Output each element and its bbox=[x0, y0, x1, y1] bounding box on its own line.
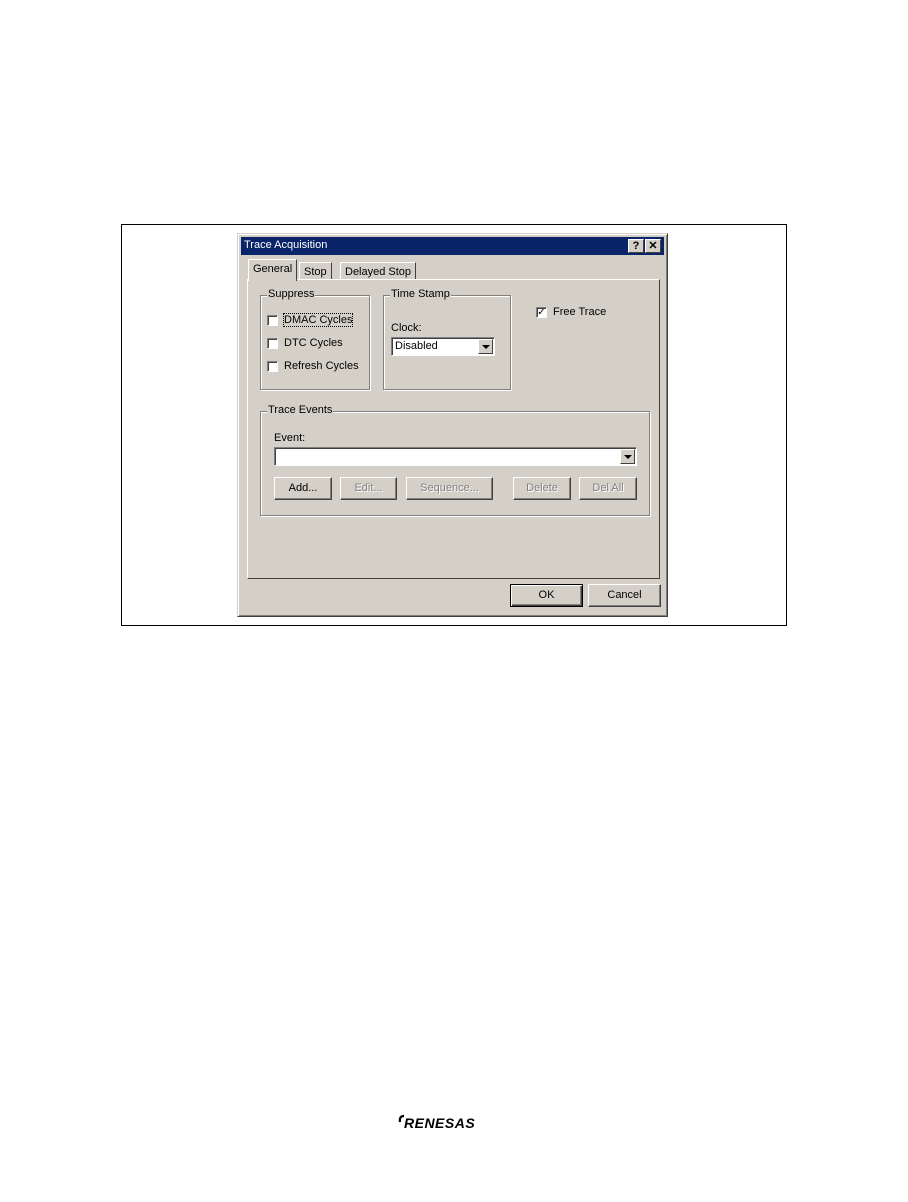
dialog-title: Trace Acquisition bbox=[244, 239, 328, 251]
trace-acquisition-dialog: Trace Acquisition ? ✕ General Stop Delay… bbox=[237, 233, 668, 617]
refresh-cycles-checkbox[interactable]: Refresh Cycles bbox=[267, 360, 359, 374]
tab-general-label: General bbox=[253, 263, 293, 275]
suppress-group-label: Suppress bbox=[267, 288, 316, 300]
tab-general[interactable]: General bbox=[248, 259, 298, 281]
suppress-group: Suppress DMAC Cycles DTC Cycles Refresh … bbox=[260, 288, 370, 390]
event-label: Event: bbox=[274, 432, 306, 444]
delete-button[interactable]: Delete bbox=[513, 477, 571, 500]
title-bar: Trace Acquisition ? ✕ bbox=[241, 237, 664, 255]
tab-delayed-stop-label: Delayed Stop bbox=[345, 266, 412, 278]
chevron-down-icon[interactable] bbox=[620, 449, 635, 464]
refresh-cycles-label: Refresh Cycles bbox=[284, 360, 359, 373]
dmac-cycles-checkbox[interactable]: DMAC Cycles bbox=[267, 313, 354, 328]
close-button[interactable]: ✕ bbox=[645, 239, 661, 253]
delete-all-button[interactable]: Del All bbox=[579, 477, 637, 500]
clock-label: Clock: bbox=[391, 322, 422, 334]
free-trace-label: Free Trace bbox=[553, 306, 607, 319]
trace-events-group: Trace Events Event: Add... Edit... Seque… bbox=[260, 404, 650, 516]
tab-stop-label: Stop bbox=[304, 266, 327, 278]
dmac-cycles-label: DMAC Cycles bbox=[282, 313, 354, 328]
svg-text:RENESAS: RENESAS bbox=[404, 1115, 475, 1131]
free-trace-box[interactable]: ✓ bbox=[536, 306, 547, 318]
renesas-logo: RENESAS bbox=[398, 1113, 508, 1133]
cancel-button[interactable]: Cancel bbox=[588, 584, 661, 607]
chevron-down-icon[interactable] bbox=[478, 339, 493, 354]
time-stamp-group: Time Stamp Clock: Disabled bbox=[383, 288, 511, 390]
clock-select[interactable]: Disabled bbox=[391, 337, 495, 356]
refresh-cycles-box[interactable] bbox=[267, 360, 278, 372]
dmac-cycles-box[interactable] bbox=[267, 314, 278, 326]
add-button[interactable]: Add... bbox=[274, 477, 332, 500]
help-button[interactable]: ? bbox=[628, 239, 644, 253]
checkmark-icon: ✓ bbox=[537, 306, 546, 318]
ok-button[interactable]: OK bbox=[510, 584, 583, 607]
sequence-button[interactable]: Sequence... bbox=[406, 477, 493, 500]
clock-select-value: Disabled bbox=[395, 340, 438, 352]
dtc-cycles-label: DTC Cycles bbox=[284, 337, 343, 350]
renesas-logo-mark: RENESAS bbox=[398, 1114, 475, 1131]
edit-button[interactable]: Edit... bbox=[340, 477, 397, 500]
general-tab-page: Suppress DMAC Cycles DTC Cycles Refresh … bbox=[247, 279, 660, 579]
time-stamp-group-label: Time Stamp bbox=[390, 288, 451, 300]
dtc-cycles-checkbox[interactable]: DTC Cycles bbox=[267, 337, 343, 351]
dtc-cycles-box[interactable] bbox=[267, 337, 278, 349]
free-trace-checkbox[interactable]: ✓ Free Trace bbox=[536, 306, 606, 320]
event-select[interactable] bbox=[274, 447, 637, 466]
trace-events-group-label: Trace Events bbox=[267, 404, 334, 416]
